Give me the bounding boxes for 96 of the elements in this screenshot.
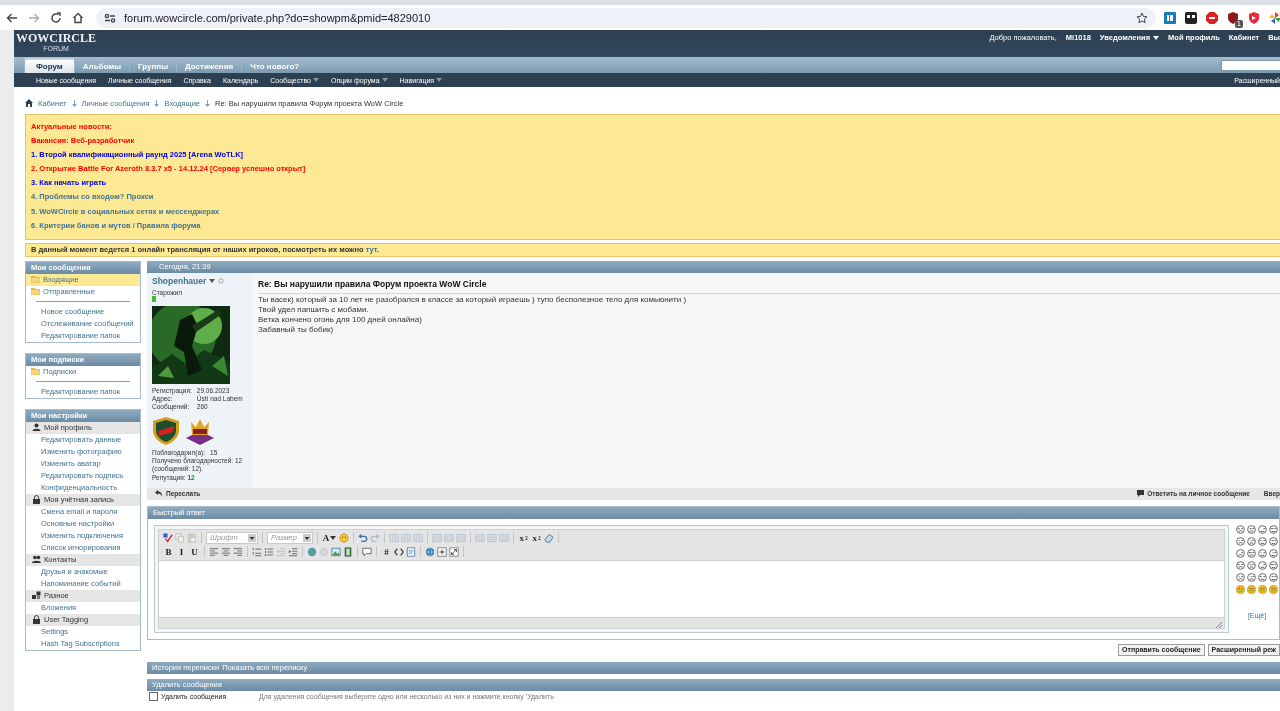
caret-icon bbox=[209, 278, 216, 283]
toolbar-button[interactable]: # bbox=[381, 546, 392, 557]
smiley-icon[interactable] bbox=[1247, 536, 1256, 546]
smiley-icon[interactable] bbox=[1269, 560, 1278, 570]
smiley-icon[interactable] bbox=[1236, 572, 1245, 582]
smiley-icon[interactable] bbox=[1269, 572, 1278, 582]
arrow-icon bbox=[205, 99, 211, 107]
checkbox[interactable] bbox=[149, 691, 158, 701]
smiley-icon[interactable] bbox=[339, 532, 349, 543]
align-left-icon[interactable] bbox=[209, 546, 219, 557]
stop-sign-icon[interactable] bbox=[1206, 11, 1218, 24]
home-icon[interactable] bbox=[72, 11, 84, 24]
message-title: Re: Вы нарушили правила Форум проекта WoW Circle bbox=[258, 278, 1280, 294]
smiley-icon[interactable] bbox=[1247, 560, 1256, 570]
message-text: Ветка кончено огонь для 100 дней онлайна) bbox=[258, 314, 423, 324]
smiley-icon[interactable] bbox=[1258, 524, 1267, 534]
toolbar-button[interactable]: A bbox=[322, 532, 337, 543]
message-text: Твой удел папшить с мобами. bbox=[258, 304, 370, 314]
toolbar-button[interactable]: x$^{2}$ bbox=[531, 532, 542, 543]
star-icon[interactable] bbox=[1136, 11, 1148, 24]
shield-icon[interactable] bbox=[1227, 11, 1239, 24]
smiley-icon[interactable] bbox=[1247, 524, 1256, 534]
smiley-icon[interactable] bbox=[1258, 560, 1267, 570]
message-text: Забавный ты бобик) bbox=[258, 324, 335, 334]
extension-icon[interactable] bbox=[1185, 11, 1197, 24]
caret-icon bbox=[1153, 35, 1160, 40]
expand-icon[interactable] bbox=[449, 546, 459, 557]
url-text: forum.wowcircle.com/private.php?do=showpm&pmid=4829010 bbox=[124, 11, 431, 24]
smiley-icon[interactable] bbox=[1247, 584, 1256, 594]
smiley-icon[interactable] bbox=[1269, 548, 1278, 558]
username-link[interactable]: Shopenhauer bbox=[152, 275, 207, 286]
search-field[interactable] bbox=[1221, 59, 1280, 71]
smiley-icon[interactable] bbox=[1258, 548, 1267, 558]
folder-icon bbox=[31, 288, 40, 296]
smiley-icon[interactable] bbox=[1236, 584, 1245, 594]
speech-bubble-icon[interactable] bbox=[362, 546, 372, 557]
undo-icon[interactable] bbox=[358, 532, 368, 543]
forward-icon bbox=[155, 490, 163, 498]
eraser-icon[interactable] bbox=[544, 532, 554, 543]
caret-icon bbox=[330, 535, 337, 540]
reload-icon[interactable] bbox=[50, 11, 62, 24]
toolbar-button[interactable]: B bbox=[163, 546, 174, 557]
shield-icon[interactable] bbox=[1248, 11, 1260, 24]
arrow-icon bbox=[71, 99, 77, 107]
message-text: Ты васек) который за 10 лет не разобрался в классе за который играешь ) тупо бесполезное тело для комьюнити ) bbox=[258, 294, 688, 304]
smiley-icon[interactable] bbox=[1269, 524, 1278, 534]
smiley-icon[interactable] bbox=[1236, 560, 1245, 570]
back-icon[interactable] bbox=[6, 11, 18, 24]
site-info-icon[interactable] bbox=[104, 11, 116, 24]
arrow-icon bbox=[154, 99, 160, 107]
pinwheel-icon[interactable] bbox=[1269, 11, 1280, 24]
speech-bubble-icon bbox=[1137, 490, 1145, 498]
home-icon[interactable] bbox=[25, 99, 33, 107]
dropdown-arrow-icon bbox=[248, 533, 256, 542]
caret-icon bbox=[312, 78, 319, 82]
person-icon bbox=[32, 423, 41, 433]
smiley-icon[interactable] bbox=[1247, 548, 1256, 558]
folder-icon bbox=[31, 276, 40, 284]
smiley-icon[interactable] bbox=[1269, 536, 1278, 546]
address-bar[interactable]: forum.wowcircle.com/private.php?do=showpm&pmid=4829010 bbox=[96, 7, 1156, 28]
lock-icon bbox=[32, 615, 41, 625]
shield-icon bbox=[152, 415, 180, 446]
smiley-icon[interactable] bbox=[1236, 536, 1245, 546]
dropdown-arrow-icon bbox=[303, 533, 311, 542]
forward-icon[interactable] bbox=[28, 11, 40, 24]
smiley-icon[interactable] bbox=[1258, 572, 1267, 582]
smiley-icon[interactable] bbox=[1269, 584, 1278, 594]
nav-tab[interactable]: Форум bbox=[24, 58, 74, 73]
bullet-list-icon[interactable] bbox=[264, 546, 274, 557]
reputation-bar-icon bbox=[152, 295, 156, 302]
align-center-icon[interactable] bbox=[221, 546, 231, 557]
film-icon[interactable] bbox=[343, 546, 353, 557]
caret-icon bbox=[381, 78, 388, 82]
numbered-list-icon[interactable] bbox=[252, 546, 262, 557]
smiley-icon[interactable] bbox=[1236, 548, 1245, 558]
toolbar-button[interactable]: U bbox=[189, 546, 200, 557]
image-icon[interactable] bbox=[331, 546, 341, 557]
align-right-icon[interactable] bbox=[233, 546, 243, 557]
folder-icon bbox=[31, 368, 40, 376]
code-icon[interactable] bbox=[394, 546, 404, 557]
resize-grip-icon[interactable] bbox=[1215, 620, 1222, 628]
caret-icon bbox=[436, 78, 443, 82]
globe-icon[interactable] bbox=[425, 546, 435, 557]
indent-icon[interactable] bbox=[288, 546, 298, 557]
blocks-icon bbox=[32, 591, 41, 601]
smiley-icon[interactable] bbox=[1258, 584, 1267, 594]
smiley-icon[interactable] bbox=[1236, 524, 1245, 534]
lock-icon bbox=[32, 495, 41, 505]
smiley-icon[interactable] bbox=[1247, 572, 1256, 582]
spellcheck-icon[interactable] bbox=[163, 532, 173, 543]
toolbar-button[interactable]: I bbox=[176, 546, 187, 557]
plus-icon[interactable] bbox=[437, 546, 447, 557]
people-icon bbox=[32, 555, 41, 565]
globe-icon[interactable] bbox=[307, 546, 317, 557]
message-input[interactable] bbox=[158, 559, 1225, 618]
smiley-icon[interactable] bbox=[1258, 536, 1267, 546]
